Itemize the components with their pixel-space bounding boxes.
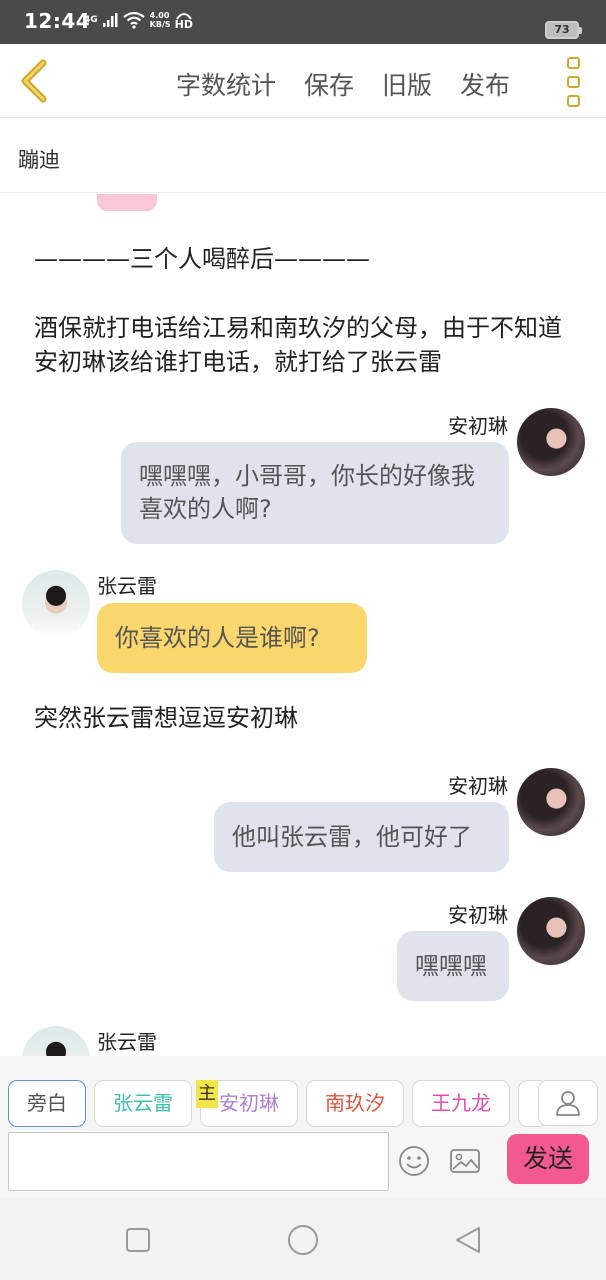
more-dot [566,76,580,88]
role-chip-nan-jiuxi[interactable]: 南玖汐 [306,1080,404,1127]
main-role-badge: 主 [196,1080,218,1108]
role-chip-zhang-yunlei[interactable]: 张云雷 [94,1080,192,1127]
message-input[interactable] [8,1132,389,1191]
speaker-name: 安初琳 [448,414,508,438]
avatar[interactable] [22,570,90,638]
save-link[interactable]: 保存 [304,66,354,102]
word-count-link[interactable]: 字数统计 [176,66,276,102]
publish-link[interactable]: 发布 [460,66,510,102]
message-bubble[interactable]: 你喜欢的人是谁啊? [97,603,367,673]
battery-icon: 73 [545,21,582,39]
editor-toolbar: 字数统计 保存 旧版 发布 [0,44,606,118]
image-icon-glyph [450,1149,480,1173]
circle-icon[interactable] [285,1222,321,1258]
emoji-icon-glyph [399,1146,429,1176]
network-type: 4G [84,14,98,25]
message-bubble[interactable]: 他叫张云雷，他可好了 [214,802,509,872]
back-button[interactable] [14,58,54,104]
system-nav-bar [0,1198,606,1280]
more-dot [566,57,580,69]
avatar[interactable] [22,1026,90,1056]
user-icon[interactable] [538,1080,598,1126]
message-bubble-partial [97,194,157,211]
avatar[interactable] [517,897,585,965]
narration-text: ————三个人喝醉后———— [34,245,370,273]
chevron-left-icon [21,59,47,103]
emoji-icon[interactable] [397,1144,431,1178]
image-icon[interactable] [448,1144,482,1178]
net-speed: 4.00 KB/S [150,11,171,29]
signal-icon [102,13,118,27]
speaker-name: 安初琳 [448,774,508,798]
square-icon[interactable] [120,1222,156,1258]
net-speed-value: 4.00 [149,11,170,20]
message-bubble[interactable]: 嘿嘿嘿 [397,931,509,1001]
role-selector: 旁白 张云雷 安初琳 南玖汐 王九龙 [0,1056,606,1128]
status-time: 12:44 [24,9,91,33]
more-vertical-icon[interactable] [562,57,584,107]
speaker-name: 张云雷 [97,1030,157,1054]
speaker-name: 安初琳 [448,903,508,927]
triangle-back-icon[interactable] [450,1222,486,1258]
composer: 发送 [0,1128,606,1198]
narration-text: 突然张云雷想逗逗安初琳 [34,704,298,732]
narration-text: 酒保就打电话给江易和南玖汐的父母，由于不知道安初琳该给谁打电话，就打给了张云雷 [34,314,562,376]
role-chip-narrator[interactable]: 旁白 [8,1080,86,1127]
wifi-icon [122,11,145,29]
status-icons: 4G 4.00 KB/S HD [84,11,193,31]
user-icon-glyph [556,1091,580,1116]
avatar[interactable] [517,408,585,476]
net-speed-unit: KB/S [149,20,171,29]
chat-content[interactable]: ————三个人喝醉后———— 酒保就打电话给江易和南玖汐的父母，由于不知道安初琳… [0,194,606,1056]
hd-indicator: HD [174,12,193,31]
story-title: 蹦迪 [18,148,60,172]
message-bubble[interactable]: 嘿嘿嘿，小哥哥，你长的好像我喜欢的人啊? [121,442,509,544]
toolbar-links: 字数统计 保存 旧版 发布 [176,66,510,102]
role-chip-wang-jiulong[interactable]: 王九龙 [412,1080,510,1127]
more-dot [566,95,580,107]
status-bar: 12:44 4G 4.00 KB/S HD 73 [0,0,606,44]
story-title-bar[interactable]: 蹦迪 [0,119,606,193]
hd-label: HD [174,17,193,31]
old-version-link[interactable]: 旧版 [382,66,432,102]
speaker-name: 张云雷 [97,574,157,598]
avatar[interactable] [517,768,585,836]
send-button[interactable]: 发送 [507,1134,589,1184]
